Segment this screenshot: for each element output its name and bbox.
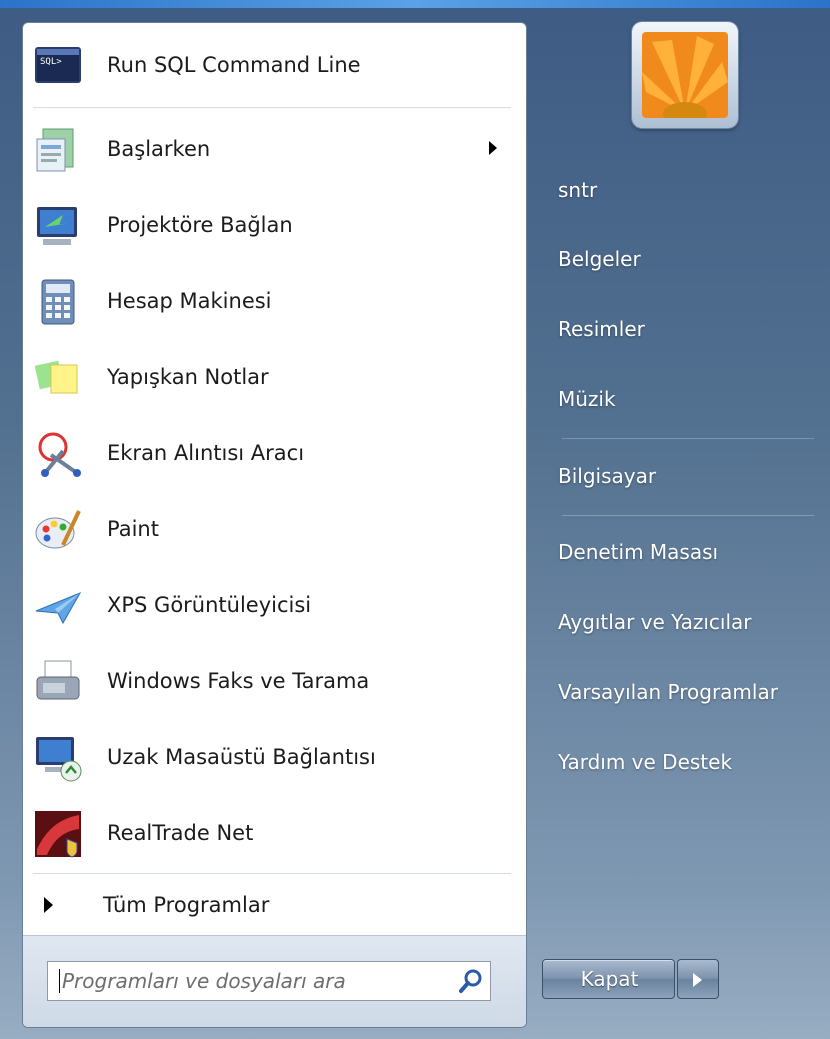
expand-arrow-icon	[44, 897, 53, 913]
search-input[interactable]: Programları ve dosyaları ara	[47, 961, 491, 1001]
program-label: Ekran Alıntısı Aracı	[107, 441, 305, 465]
search-panel: Programları ve dosyaları ara	[23, 935, 526, 1027]
devices-printers-link[interactable]: Aygıtlar ve Yazıcılar	[558, 607, 752, 637]
getting-started-icon	[36, 128, 74, 172]
sql-console-icon: SQL>	[35, 47, 81, 83]
program-label: Paint	[107, 517, 159, 541]
shutdown-button[interactable]: Kapat	[542, 959, 675, 999]
program-label: RealTrade Net	[107, 821, 254, 845]
program-label: Hesap Makinesi	[107, 289, 272, 313]
control-panel-link[interactable]: Denetim Masası	[558, 537, 718, 567]
shutdown-options-button[interactable]	[677, 959, 719, 999]
search-icon[interactable]	[458, 968, 484, 994]
program-paint[interactable]: Paint	[23, 493, 526, 565]
sticky-notes-icon	[34, 360, 78, 394]
program-label: Projektöre Bağlan	[107, 213, 293, 237]
default-programs-link[interactable]: Varsayılan Programlar	[558, 677, 778, 707]
program-label: XPS Görüntüleyicisi	[107, 593, 312, 617]
realtrade-icon	[35, 811, 81, 858]
snipping-tool-icon	[38, 432, 81, 477]
program-label: Yapışkan Notlar	[107, 365, 269, 389]
submenu-arrow-icon[interactable]	[489, 141, 497, 155]
help-support-link[interactable]: Yardım ve Destek	[558, 747, 732, 777]
avatar-picture	[642, 32, 728, 118]
pictures-link[interactable]: Resimler	[558, 314, 645, 344]
program-label: Uzak Masaüstü Bağlantısı	[107, 745, 376, 769]
program-run-sql-command-line[interactable]: SQL> Run SQL Command Line	[23, 29, 526, 101]
program-label: Başlarken	[107, 137, 211, 161]
program-hesap-makinesi[interactable]: Hesap Makinesi	[23, 265, 526, 337]
svg-text:SQL>: SQL>	[40, 57, 62, 67]
program-realtrade-net[interactable]: RealTrade Net	[23, 797, 526, 869]
start-menu-programs-pane: SQL> Run SQL Command Line Başlarken Proj…	[22, 22, 527, 1028]
program-yapiskan-notlar[interactable]: Yapışkan Notlar	[23, 341, 526, 413]
start-menu-places-pane: sntr Belgeler Resimler Müzik Bilgisayar …	[540, 0, 830, 1039]
fax-scanner-icon	[36, 660, 80, 700]
all-programs-button[interactable]: Tüm Programlar	[23, 869, 526, 941]
places-separator-2	[562, 515, 814, 516]
remote-desktop-icon	[36, 737, 82, 782]
music-link[interactable]: Müzik	[558, 384, 616, 414]
projector-icon	[37, 207, 77, 245]
program-xps-goruntuleyicisi[interactable]: XPS Görüntüleyicisi	[23, 569, 526, 641]
program-projektore-baglan[interactable]: Projektöre Bağlan	[23, 189, 526, 261]
all-programs-label: Tüm Programlar	[103, 893, 270, 917]
text-caret	[59, 969, 60, 993]
program-baslarken[interactable]: Başlarken	[23, 113, 526, 185]
play-arrow-icon	[693, 973, 702, 987]
calculator-icon	[41, 279, 75, 325]
program-label: Run SQL Command Line	[107, 53, 361, 77]
user-avatar[interactable]	[632, 22, 738, 128]
search-placeholder: Programları ve dosyaları ara	[62, 969, 346, 993]
documents-link[interactable]: Belgeler	[558, 244, 641, 274]
user-name-link[interactable]: sntr	[558, 175, 597, 205]
shutdown-label: Kapat	[580, 967, 639, 991]
program-uzak-masaustu-baglantisi[interactable]: Uzak Masaüstü Bağlantısı	[23, 721, 526, 793]
places-separator-1	[562, 438, 814, 439]
xps-viewer-icon	[35, 591, 82, 625]
program-ekran-alintisi-araci[interactable]: Ekran Alıntısı Aracı	[23, 417, 526, 489]
computer-link[interactable]: Bilgisayar	[558, 461, 656, 491]
paint-palette-icon	[35, 510, 81, 549]
pinned-separator	[33, 107, 511, 108]
program-label: Windows Faks ve Tarama	[107, 669, 370, 693]
program-windows-faks-ve-tarama[interactable]: Windows Faks ve Tarama	[23, 645, 526, 717]
